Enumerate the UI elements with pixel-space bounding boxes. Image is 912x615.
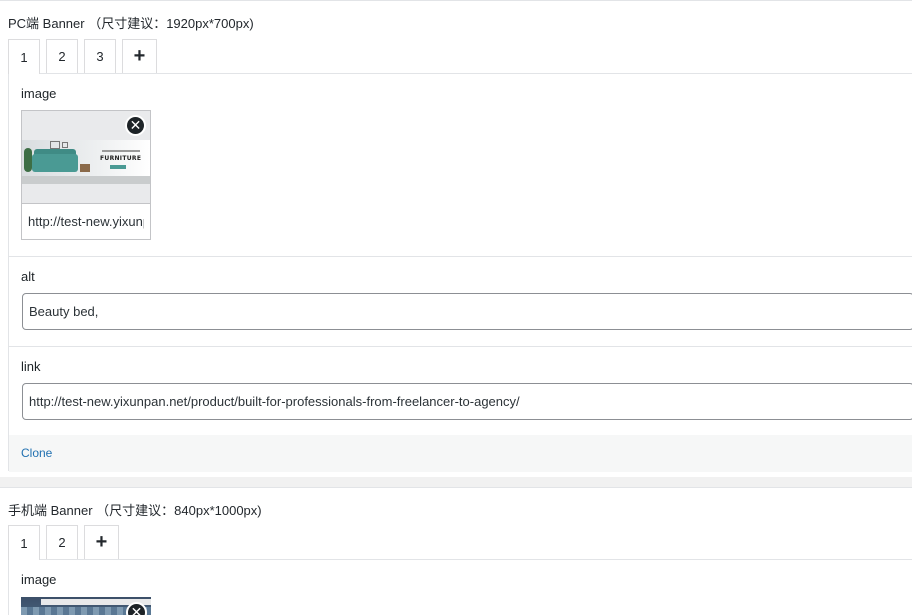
plus-icon: +: [95, 531, 108, 553]
mobile-image-label: image: [21, 572, 57, 587]
clone-bar: Clone: [9, 435, 912, 472]
banner-image: FURNITURE: [22, 140, 150, 184]
floor-graphic: [22, 176, 150, 184]
mobile-tab-2[interactable]: 2: [46, 525, 78, 559]
close-circle-icon[interactable]: ✕: [125, 115, 146, 136]
alt-label: alt: [21, 269, 35, 284]
plus-icon: +: [133, 45, 146, 67]
alt-input[interactable]: [22, 293, 912, 330]
mobile-banner-section: 手机端 Banner （尺寸建议：840px*1000px) 1 2 + ima…: [0, 487, 912, 615]
banner-thumbnail[interactable]: FURNITURE ✕: [22, 111, 150, 203]
plant-graphic: [24, 148, 32, 172]
divider: [9, 256, 912, 257]
side-table-graphic: [80, 164, 90, 172]
pc-banner-section: PC端 Banner （尺寸建议：1920px*700px) 1 2 3 + i…: [0, 0, 912, 477]
clone-link[interactable]: Clone: [21, 446, 52, 460]
pc-banner-panel: image FURNITURE ✕ alt: [8, 73, 912, 472]
pc-tab-3[interactable]: 3: [84, 39, 116, 73]
pc-tab-1[interactable]: 1: [8, 39, 40, 74]
wall-frame-graphic: [50, 141, 60, 149]
banner-subtitle-line: [102, 150, 140, 152]
mobile-banner-tabs: 1 2 +: [8, 525, 119, 560]
pc-banner-title: PC端 Banner （尺寸建议：1920px*700px): [8, 16, 254, 31]
mobile-banner-panel: image ✕: [8, 559, 912, 615]
mobile-banner-title: 手机端 Banner （尺寸建议：840px*1000px): [8, 503, 262, 518]
sofa-graphic: [32, 154, 78, 172]
link-label: link: [21, 359, 41, 374]
mobile-banner-thumbnail[interactable]: ✕: [21, 597, 151, 615]
wall-frame-graphic-small: [62, 142, 68, 148]
mobile-tab-1[interactable]: 1: [8, 525, 40, 560]
link-input[interactable]: [22, 383, 912, 420]
mobile-add-tab-button[interactable]: +: [84, 525, 119, 559]
pc-tab-2[interactable]: 2: [46, 39, 78, 73]
pc-banner-tabs: 1 2 3 +: [8, 39, 157, 74]
banner-furniture-text: FURNITURE: [100, 155, 142, 162]
pc-add-tab-button[interactable]: +: [122, 39, 157, 73]
image-url-input[interactable]: [22, 203, 150, 239]
banner-button-graphic: [110, 165, 126, 169]
image-label: image: [21, 86, 57, 101]
image-upload-box: FURNITURE ✕: [21, 110, 151, 240]
divider: [9, 346, 912, 347]
